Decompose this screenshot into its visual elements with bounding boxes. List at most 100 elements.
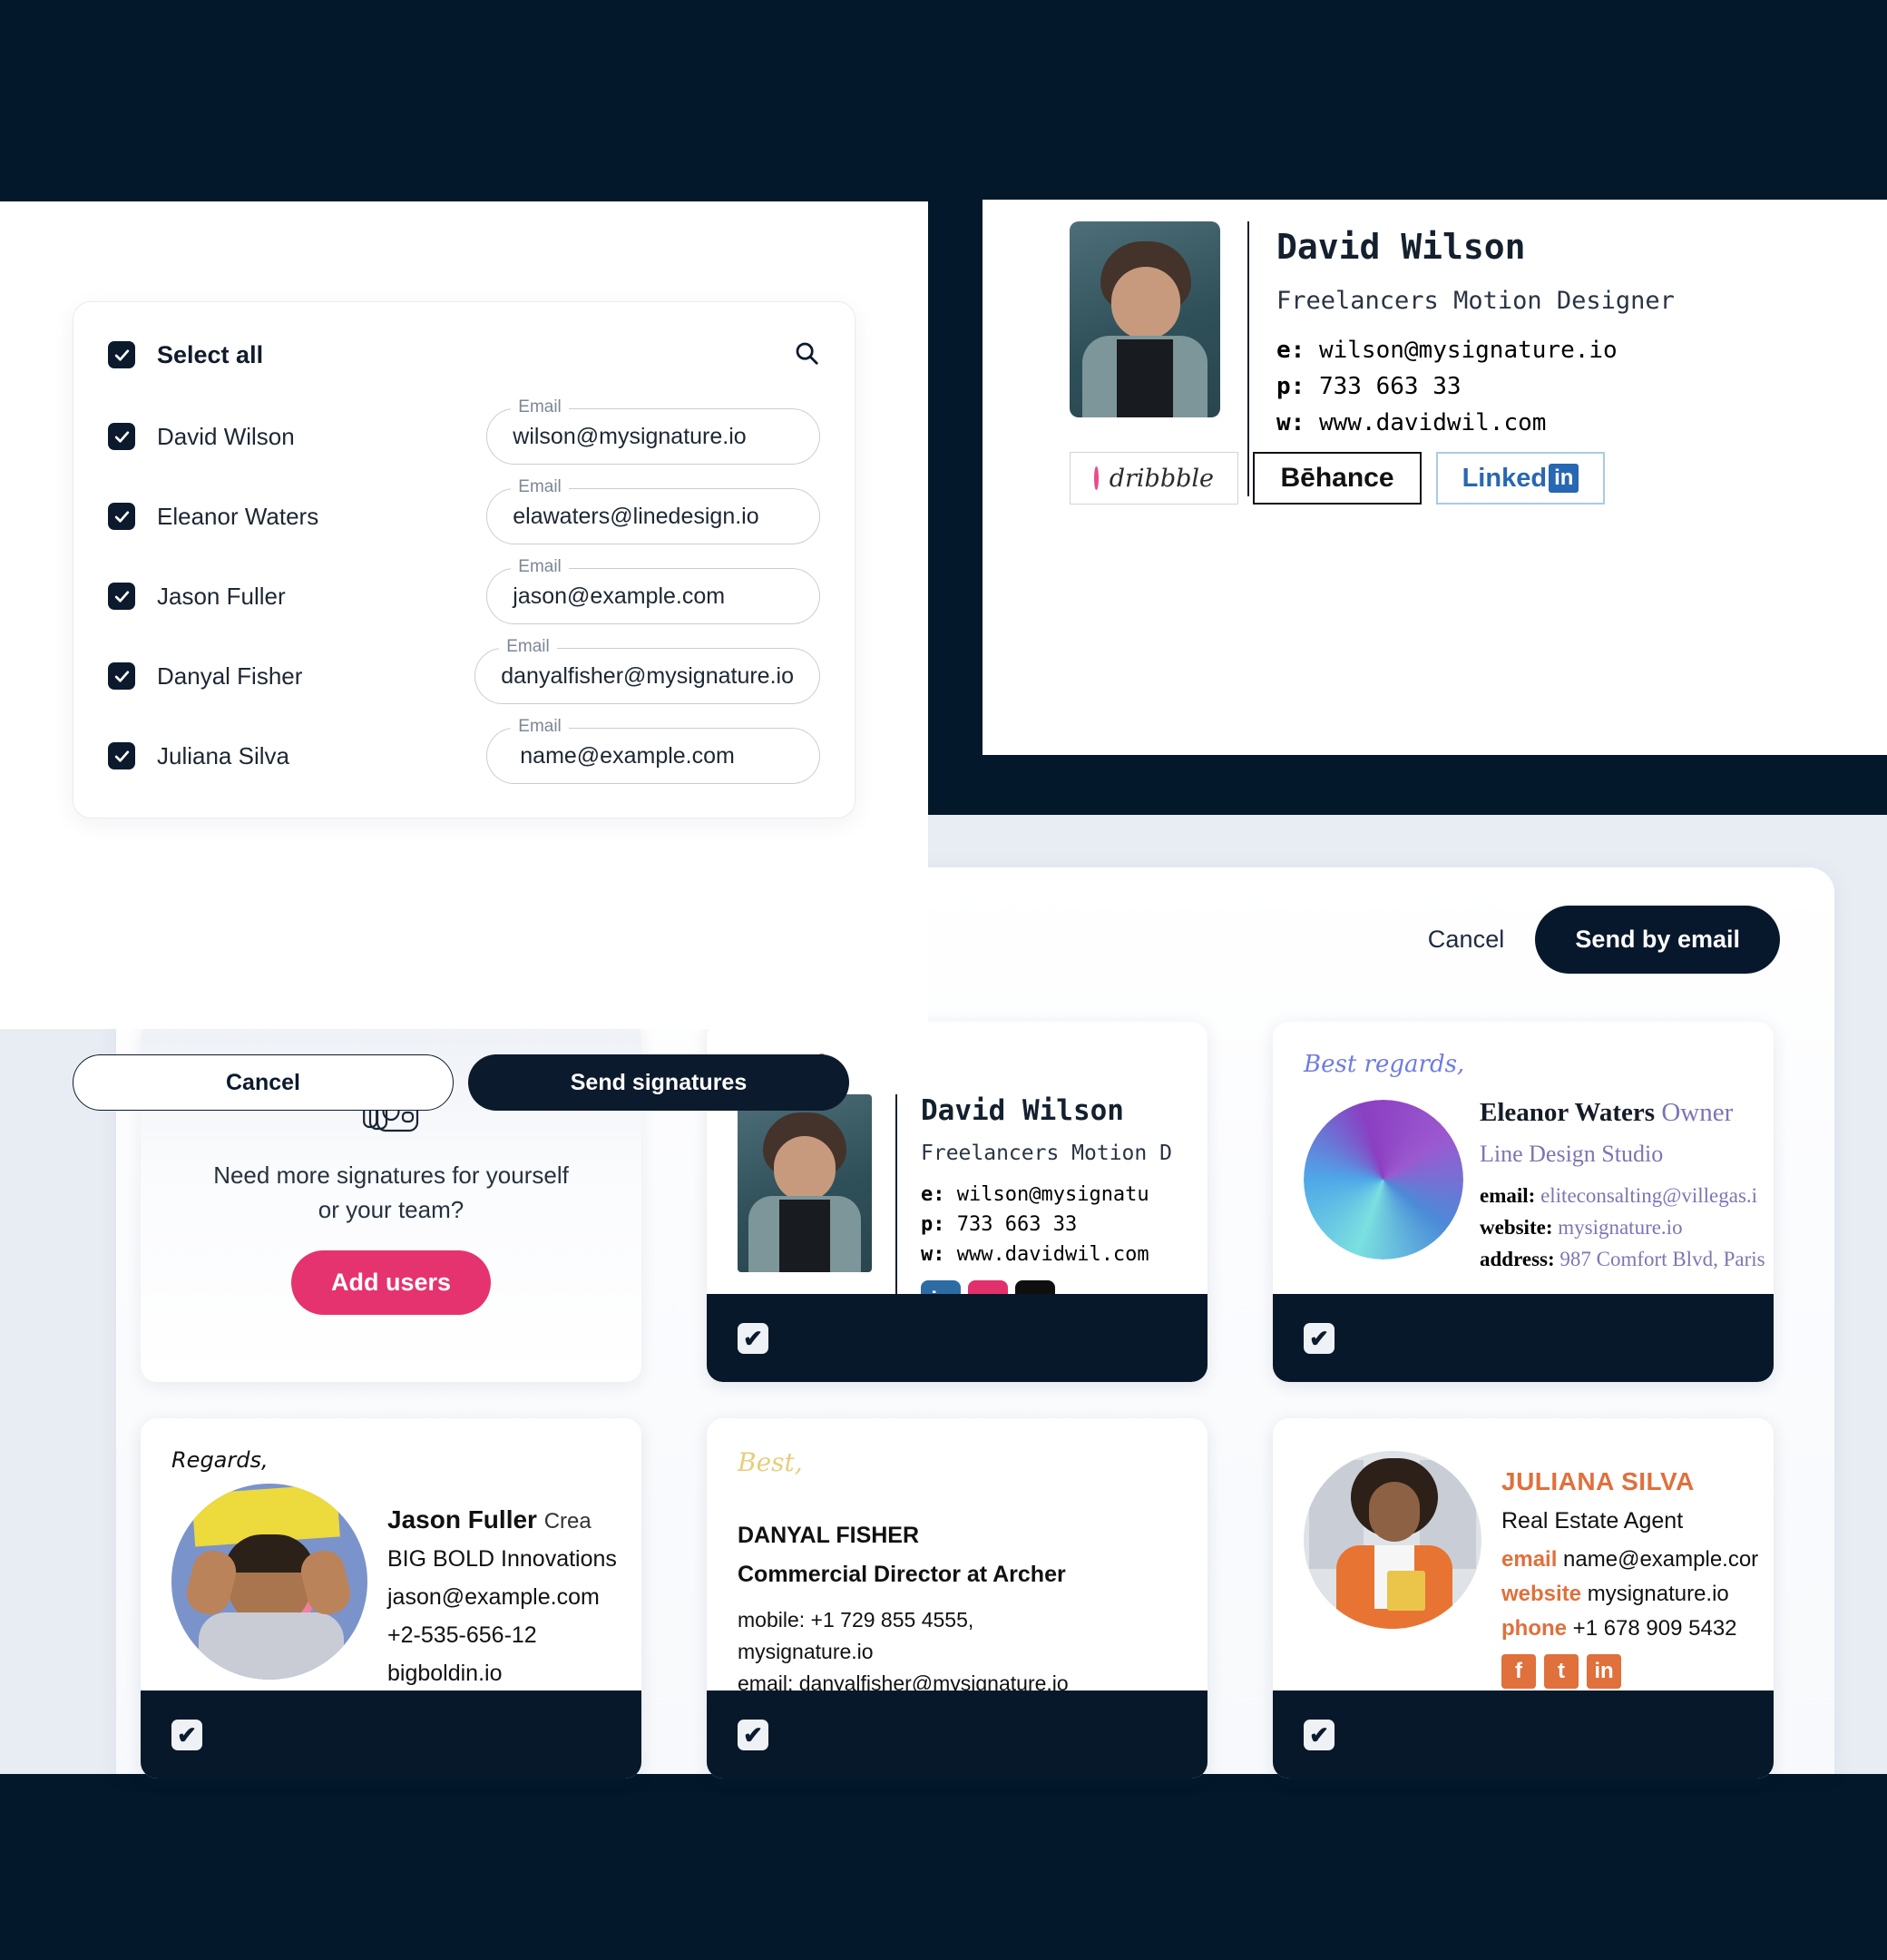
signature-card-juliana-silva[interactable]: JULIANA SILVA Real Estate Agent email na… (1273, 1418, 1774, 1779)
line-value: www.davidwil.com (956, 1243, 1149, 1266)
company-name: BIG BOLD Innovations (387, 1546, 617, 1572)
promo-line-2: or your team? (318, 1195, 464, 1223)
send-signatures-button[interactable]: Send signatures (468, 1054, 849, 1111)
facebook-icon: f (1501, 1654, 1536, 1689)
line-value: danyalfisher@mysignature.io (798, 1671, 1069, 1690)
line-label: mobile: (738, 1608, 806, 1632)
line-value: eliteconsalting@villegas.i (1540, 1184, 1758, 1207)
signature-line: email: danyalfisher@mysignature.io (738, 1671, 1177, 1690)
user-rows: David Wilson Email wilson@mysignature.io… (108, 397, 820, 796)
card-checkbox[interactable]: ✔ (171, 1719, 202, 1750)
signature-name: Jason Fuller (387, 1505, 537, 1534)
line-label: website (1501, 1582, 1582, 1606)
user-name: Danyal Fisher (157, 662, 303, 690)
signature-line: email: eliteconsalting@villegas.i (1480, 1184, 1757, 1208)
user-checkbox[interactable] (108, 423, 135, 450)
email-field[interactable]: Email wilson@mysignature.io (486, 397, 820, 465)
signature-preview-panel: David Wilson Freelancers Motion Designer… (983, 200, 1887, 755)
search-icon[interactable] (793, 339, 820, 371)
dribbble-label: dribbble (1109, 464, 1214, 493)
email-field[interactable]: Email name@example.com (486, 717, 820, 784)
signature-card-danyal-fisher[interactable]: Best, DANYAL FISHER Commercial Director … (707, 1418, 1207, 1779)
select-users-modal: Select all David Wilson Email wilson@mys… (0, 201, 928, 1111)
user-checkbox[interactable] (108, 662, 135, 690)
add-users-button[interactable]: Add users (290, 1250, 492, 1316)
signature-name: DANYAL FISHER (738, 1523, 920, 1548)
user-row[interactable]: Jason Fuller Email jason@example.com (108, 556, 820, 636)
app-cancel-link[interactable]: Cancel (1428, 926, 1505, 954)
signature-line: address: 987 Comfort Blvd, Paris (1480, 1248, 1765, 1271)
user-checkbox[interactable] (108, 503, 135, 530)
user-name: Eleanor Waters (157, 502, 319, 530)
signature-title: Freelancers Motion D (921, 1142, 1172, 1165)
card-footer: ✔ (141, 1690, 641, 1779)
divider (895, 1094, 897, 1294)
email-field[interactable]: Email danyalfisher@mysignature.io (474, 637, 820, 704)
linkedin-in-icon: in (1549, 464, 1579, 493)
line-value: name@example.cor (1563, 1547, 1759, 1572)
card-checkbox[interactable]: ✔ (1304, 1322, 1335, 1354)
line-label: w: (921, 1243, 945, 1266)
email-field-legend: Email (499, 637, 557, 657)
line-label: p: (921, 1213, 945, 1236)
greeting-text: Best, (738, 1447, 803, 1477)
user-checkbox[interactable] (108, 742, 135, 769)
avatar (1304, 1451, 1481, 1629)
line-label: e: (921, 1183, 945, 1206)
avatar (1070, 221, 1220, 417)
user-row[interactable]: Juliana Silva Email name@example.com (108, 716, 820, 796)
user-checkbox[interactable] (108, 583, 135, 610)
email-field[interactable]: Email jason@example.com (486, 557, 820, 624)
linkedin-label: Linked (1462, 463, 1548, 493)
preview-title: Freelancers Motion Designer (1276, 287, 1675, 315)
signature-line: website: mysignature.io (1480, 1216, 1743, 1240)
email-field-legend: Email (511, 557, 569, 577)
modal-cancel-button[interactable]: Cancel (73, 1054, 454, 1111)
card-checkbox[interactable]: ✔ (738, 1322, 768, 1354)
dribbble-badge[interactable]: dribbble (1070, 452, 1238, 505)
user-row[interactable]: David Wilson Email wilson@mysignature.io (108, 397, 820, 476)
user-row[interactable]: Danyal Fisher Email danyalfisher@mysigna… (108, 636, 820, 716)
signature-role: Owner (1661, 1098, 1734, 1127)
preview-email-line: e: wilson@mysignature.io (1276, 337, 1675, 364)
signature-card-grid: Need more signatures for yourself or you… (141, 1022, 1810, 1779)
app-actions-toolbar: Cancel Send by email (1428, 906, 1780, 974)
list-header: Select all (108, 335, 820, 375)
linkedin-icon: in (1587, 1654, 1621, 1689)
modal-actions: Cancel Send signatures (73, 1054, 849, 1111)
line-value: wilson@mysignature.io (1318, 337, 1618, 364)
line-label: email: (738, 1671, 794, 1690)
signature-line: w: www.davidwil.com (921, 1243, 1172, 1266)
select-all-label: Select all (157, 340, 264, 368)
send-by-email-button[interactable]: Send by email (1535, 906, 1780, 974)
linkedin-badge[interactable]: Linked in (1436, 452, 1605, 505)
line-label: phone (1501, 1616, 1567, 1641)
signature-line: +2-535-656-12 (387, 1622, 537, 1648)
user-name: David Wilson (157, 422, 295, 450)
line-label: email (1501, 1547, 1558, 1572)
line-label: w: (1276, 409, 1305, 436)
signature-line: phone +1 678 909 5432 (1501, 1616, 1743, 1642)
promo-text-block: Need more signatures for yourself or you… (213, 1159, 569, 1227)
signature-line: website mysignature.io (1501, 1582, 1743, 1607)
email-field-value: wilson@mysignature.io (513, 423, 747, 449)
user-name: Juliana Silva (157, 741, 289, 769)
preview-name: David Wilson (1276, 227, 1526, 267)
select-all-checkbox[interactable] (108, 341, 135, 368)
signature-line: mobile: +1 729 855 4555, (738, 1608, 1177, 1632)
card-checkbox[interactable]: ✔ (738, 1719, 768, 1750)
signature-card-jason-fuller[interactable]: Regards, Jason Fuller Crea BIG BOLD Inno… (141, 1418, 641, 1779)
line-value: +1 729 855 4555, (810, 1608, 974, 1632)
line-value: 987 Comfort Blvd, Paris (1559, 1248, 1765, 1270)
signature-card-eleanor-waters[interactable]: Best regards, Eleanor Waters Owner Line … (1273, 1022, 1774, 1382)
card-checkbox[interactable]: ✔ (1304, 1719, 1335, 1750)
email-field[interactable]: Email elawaters@linedesign.io (486, 477, 820, 544)
user-list-card: Select all David Wilson Email wilson@mys… (73, 301, 856, 818)
behance-badge[interactable]: Bēhance (1253, 452, 1422, 505)
line-label: p: (1276, 373, 1305, 400)
signature-name: JULIANA SILVA (1501, 1467, 1695, 1495)
tiktok-icon: ♪ (1015, 1280, 1055, 1294)
company-logo (1304, 1100, 1463, 1259)
email-field-value: jason@example.com (513, 583, 726, 609)
user-row[interactable]: Eleanor Waters Email elawaters@linedesig… (108, 476, 820, 556)
